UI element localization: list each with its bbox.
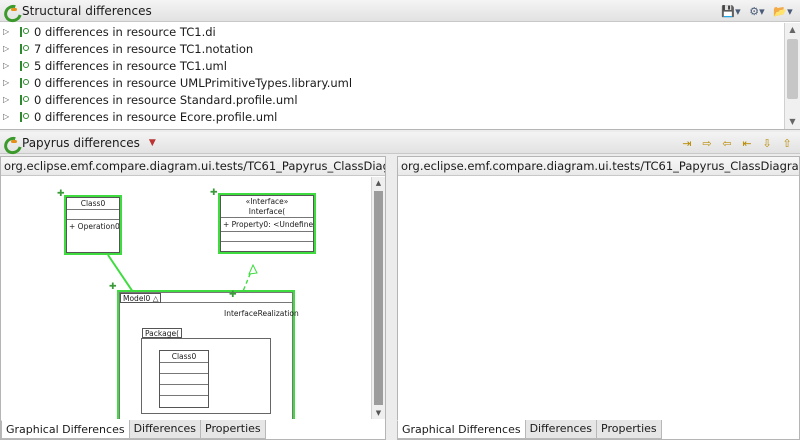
- open-folder-icon[interactable]: 📂▾: [772, 3, 794, 19]
- model-icon: △: [152, 294, 159, 303]
- right-compare-pane: org.eclipse.emf.compare.diagram.ui.tests…: [397, 156, 800, 440]
- interface-operations: [221, 232, 313, 242]
- copy-right-to-left-icon[interactable]: ⇦: [718, 135, 736, 151]
- papyrus-differences-title: Papyrus differences: [22, 135, 140, 150]
- class0-box[interactable]: Class0 + Operation0(: [64, 195, 122, 255]
- expand-arrow-icon[interactable]: ▷: [3, 95, 13, 104]
- compare-logo-icon: [4, 136, 17, 149]
- papyrus-differences-title-bar: Papyrus differences ▼ ⇥ ⇨ ⇦ ⇤ ⇩ ⇧: [0, 132, 800, 154]
- model0-tab: Model0 △: [120, 293, 162, 303]
- next-difference-icon[interactable]: ⇩: [758, 135, 776, 151]
- realization-arrowhead: [248, 263, 258, 275]
- tab-graphical-differences[interactable]: Graphical Differences: [1, 420, 130, 439]
- diff-resource-icon: [18, 94, 29, 106]
- structural-differences-title-bar: Structural differences 💾▾ ⚙▾ 📂▾: [0, 0, 800, 22]
- left-diagram-canvas[interactable]: ✚ Class0 + Operation0( ✚ «Interface» Int…: [1, 177, 371, 419]
- tab-graphical-differences[interactable]: Graphical Differences: [397, 420, 526, 439]
- tree-row-label: 7 differences in resource TC1.notation: [34, 41, 254, 56]
- right-pane-tabs: Graphical Differences Differences Proper…: [397, 420, 662, 439]
- right-diagram-canvas[interactable]: [398, 177, 799, 419]
- tree-row[interactable]: ▷ 7 differences in resource TC1.notation: [0, 40, 784, 57]
- structural-toolbar: 💾▾ ⚙▾ 📂▾: [720, 3, 794, 19]
- tree-row[interactable]: ▷ 0 differences in resource UMLPrimitiveT…: [0, 74, 784, 91]
- interface-stereotype: «Interface»: [245, 197, 289, 206]
- scroll-up-arrow-icon[interactable]: ▲: [372, 179, 385, 187]
- scroll-thumb[interactable]: [374, 191, 383, 405]
- tab-differences[interactable]: Differences: [128, 420, 202, 439]
- filter-icon[interactable]: ⚙▾: [746, 3, 768, 19]
- diff-resource-icon: [18, 60, 29, 72]
- structural-differences-view: Structural differences 💾▾ ⚙▾ 📂▾ ▷ 0 diffe…: [0, 0, 800, 130]
- tree-row-label: 5 differences in resource TC1.uml: [34, 58, 227, 73]
- inner-class0-compartment: [160, 374, 208, 385]
- right-pane-path: org.eclipse.emf.compare.diagram.ui.tests…: [398, 157, 799, 176]
- tree-scrollbar[interactable]: ▲ ▼: [784, 23, 800, 129]
- tree-row[interactable]: ▷ 0 differences in resource TC1.di: [0, 23, 784, 40]
- realization-label: InterfaceRealization: [224, 309, 299, 318]
- tab-properties[interactable]: Properties: [596, 420, 662, 439]
- diff-resource-icon: [18, 77, 29, 89]
- tree-row[interactable]: ▷ 5 differences in resource TC1.uml: [0, 57, 784, 74]
- tree-row[interactable]: ▷ 0 differences in resource Ecore.profile…: [0, 108, 784, 125]
- scroll-up-arrow-icon[interactable]: ▲: [785, 23, 800, 37]
- tab-differences[interactable]: Differences: [524, 420, 598, 439]
- merge-toolbar: ⇥ ⇨ ⇦ ⇤ ⇩ ⇧: [678, 135, 796, 151]
- compare-logo-icon: [4, 4, 17, 17]
- left-canvas-scrollbar[interactable]: ▲ ▼: [371, 177, 385, 419]
- differences-tree: ▷ 0 differences in resource TC1.di ▷ 7 dif…: [0, 23, 784, 129]
- copy-all-right-to-left-icon[interactable]: ⇤: [738, 135, 756, 151]
- tree-row-label: 0 differences in resource Standard.profi…: [34, 92, 298, 107]
- diff-resource-icon: [18, 111, 29, 123]
- interface-property: + Property0: <Undefined: [221, 218, 313, 232]
- expand-arrow-icon[interactable]: ▷: [3, 61, 13, 70]
- scroll-down-arrow-icon[interactable]: ▼: [785, 115, 800, 129]
- package-name: Package(: [145, 329, 180, 338]
- add-marker-icon: ✚: [210, 188, 218, 198]
- class0-operation: + Operation0(: [69, 222, 119, 231]
- previous-difference-icon[interactable]: ⇧: [778, 135, 796, 151]
- structural-differences-title: Structural differences: [22, 3, 152, 18]
- scroll-thumb[interactable]: [787, 39, 798, 99]
- add-marker-icon: ✚: [229, 290, 237, 300]
- add-marker-icon: ✚: [109, 282, 117, 292]
- save-icon[interactable]: 💾▾: [720, 3, 742, 19]
- diff-resource-icon: [18, 43, 29, 55]
- interface-box[interactable]: «Interface» Interface( + Property0: <Und…: [218, 193, 316, 254]
- class0-attributes: [67, 210, 119, 220]
- inner-class0-compartment: [160, 385, 208, 396]
- expand-arrow-icon[interactable]: ▷: [3, 44, 13, 53]
- tab-properties[interactable]: Properties: [200, 420, 266, 439]
- inner-class0-box[interactable]: Class0: [159, 350, 209, 408]
- expand-arrow-icon[interactable]: ▷: [3, 112, 13, 121]
- diff-resource-icon: [18, 26, 29, 38]
- left-pane-tabs: Graphical Differences Differences Proper…: [1, 420, 266, 439]
- expand-arrow-icon[interactable]: ▷: [3, 27, 13, 36]
- class0-name: Class0: [67, 198, 119, 210]
- inner-class0-compartment: [160, 363, 208, 374]
- papyrus-differences-view: Papyrus differences ▼ ⇥ ⇨ ⇦ ⇤ ⇩ ⇧ org.ec…: [0, 132, 800, 440]
- left-pane-path: org.eclipse.emf.compare.diagram.ui.tests…: [1, 157, 385, 176]
- copy-left-to-right-icon[interactable]: ⇨: [698, 135, 716, 151]
- add-marker-icon: ✚: [57, 189, 65, 199]
- tree-row[interactable]: ▷ 0 differences in resource Standard.prof…: [0, 91, 784, 108]
- copy-all-left-to-right-icon[interactable]: ⇥: [678, 135, 696, 151]
- package-tab: Package(: [142, 328, 183, 338]
- tree-row-label: 0 differences in resource UMLPrimitiveTy…: [34, 75, 353, 90]
- interface-name: Interface(: [221, 206, 313, 218]
- inner-class0-name: Class0: [160, 351, 208, 363]
- expand-arrow-icon[interactable]: ▷: [3, 78, 13, 87]
- view-menu-dropdown-icon[interactable]: ▼: [149, 138, 156, 148]
- tree-row-label: 0 differences in resource Ecore.profile.…: [34, 109, 278, 124]
- model0-name: Model0: [123, 294, 151, 303]
- scroll-down-arrow-icon[interactable]: ▼: [372, 409, 385, 417]
- left-compare-pane: org.eclipse.emf.compare.diagram.ui.tests…: [0, 156, 386, 440]
- tree-row-label: 0 differences in resource TC1.di: [34, 24, 216, 39]
